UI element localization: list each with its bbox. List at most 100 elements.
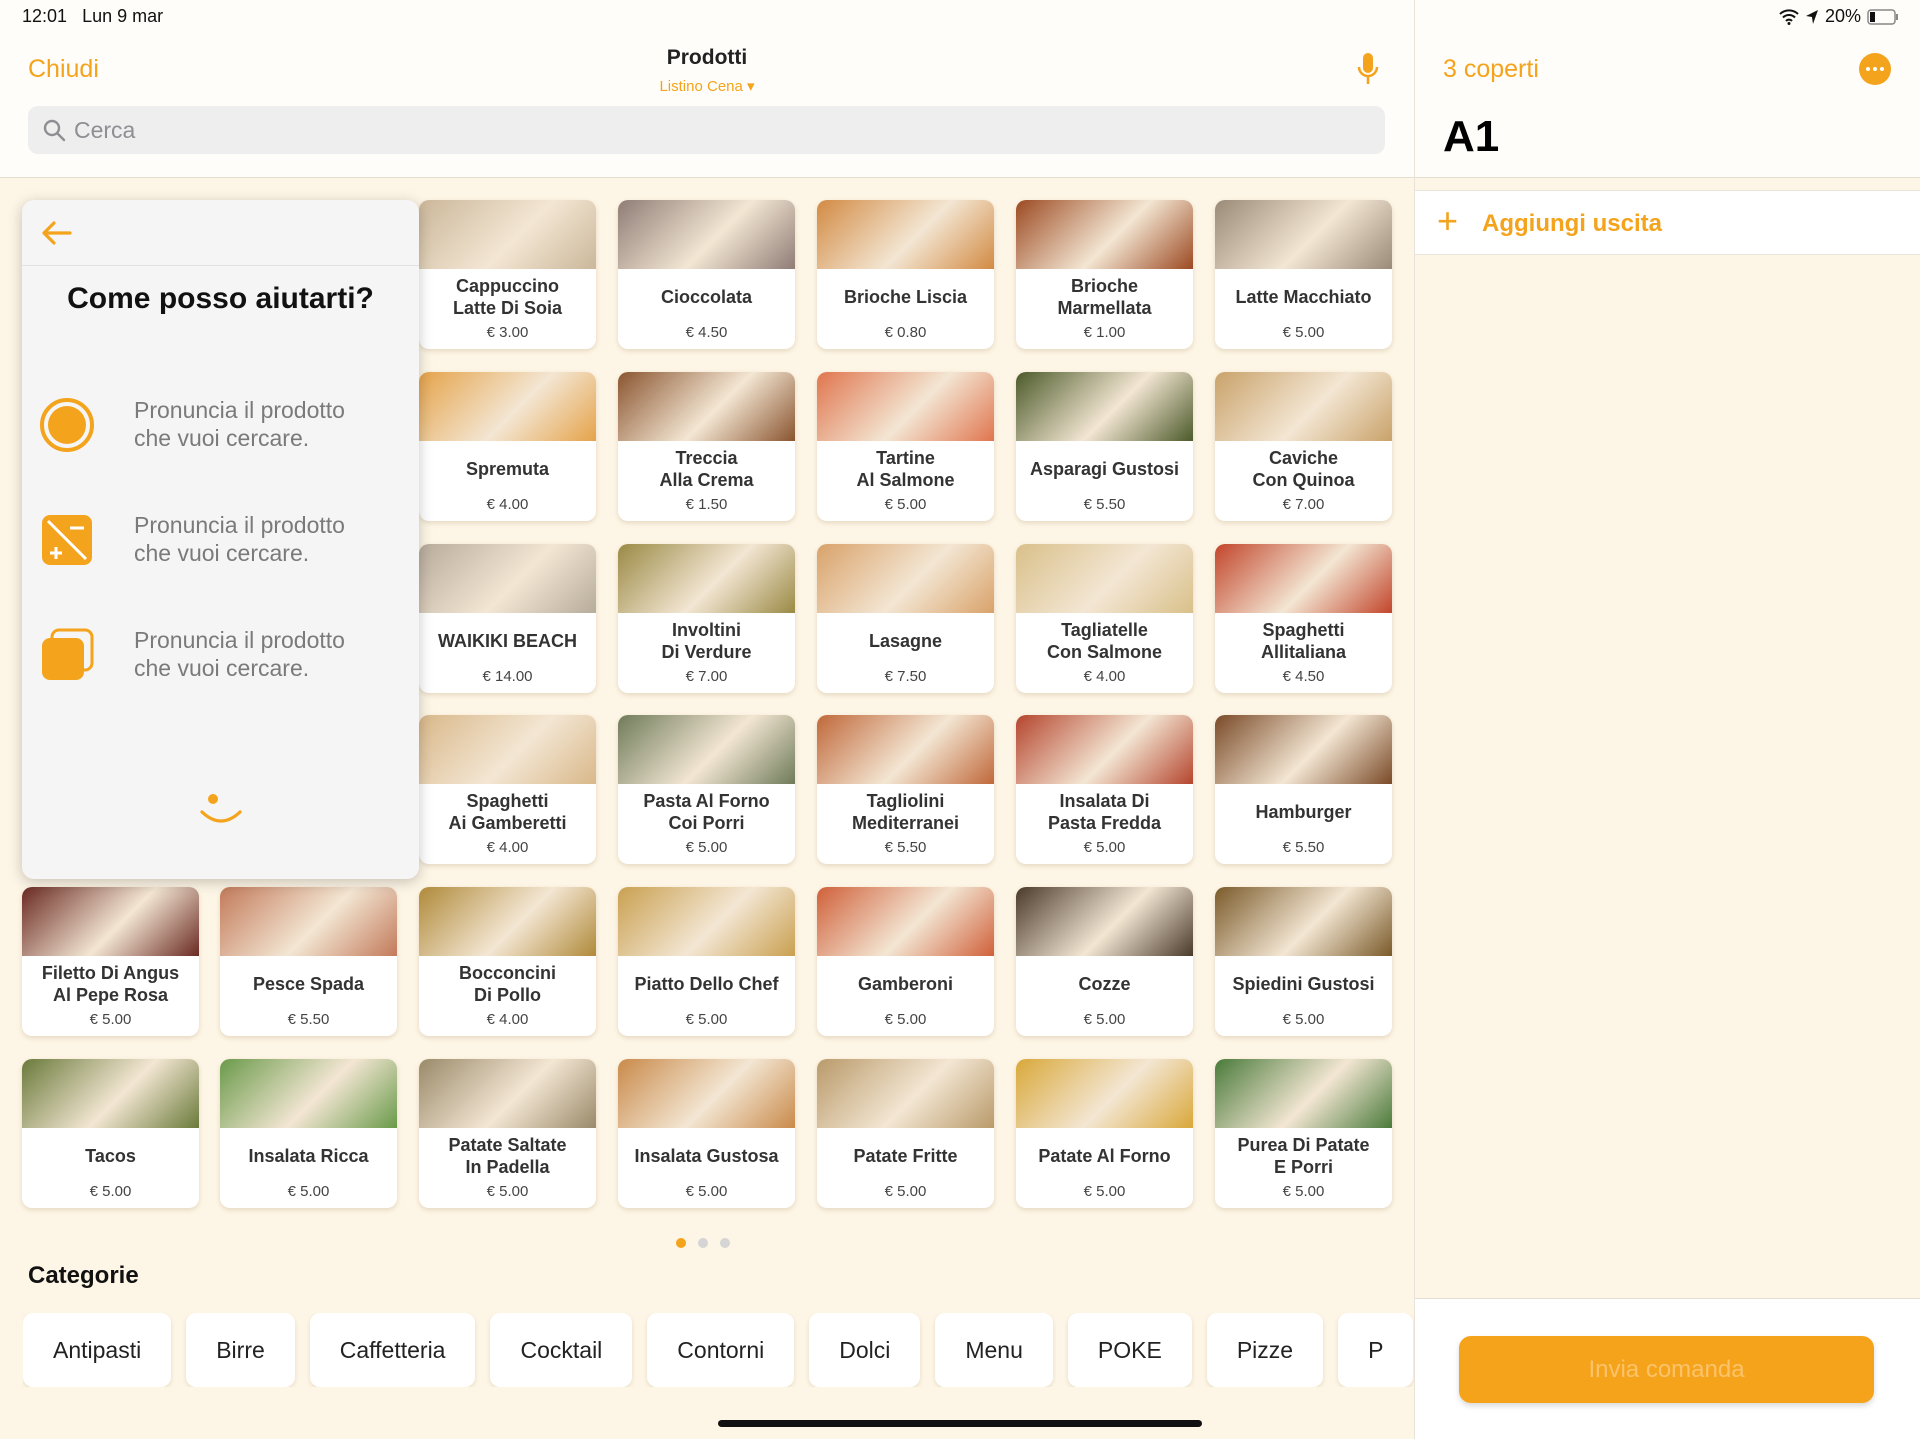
product-card[interactable]: Pasta Al Forno Coi Porri € 5.00 <box>618 715 795 864</box>
product-name: Piatto Dello Chef <box>634 974 779 994</box>
product-price: € 4.00 <box>486 839 529 856</box>
product-image <box>419 372 596 441</box>
back-arrow-icon[interactable] <box>40 220 74 246</box>
product-card[interactable]: Spremuta € 4.00 <box>419 372 596 521</box>
plus-icon: + <box>1437 200 1459 241</box>
categories-bar[interactable]: Antipasti Birre Caffetteria Cocktail Contorn… <box>23 1313 1414 1387</box>
product-card[interactable]: Latte Macchiato € 5.00 <box>1215 200 1392 349</box>
product-card[interactable]: Patate Saltate In Padella € 5.00 <box>419 1059 596 1208</box>
product-card[interactable]: Gamberoni € 5.00 <box>817 887 994 1036</box>
record-circle-icon <box>40 398 94 452</box>
product-name: Latte Macchiato <box>1235 287 1372 307</box>
product-card[interactable]: Lasagne € 7.50 <box>817 544 994 693</box>
order-footer: Invia comanda <box>1415 1298 1920 1439</box>
product-card[interactable]: Hamburger € 5.50 <box>1215 715 1392 864</box>
voice-tip: Pronuncia il prodotto che vuoi cercare. <box>22 390 419 460</box>
product-card[interactable]: Filetto Di Angus Al Pepe Rosa € 5.00 <box>22 887 199 1036</box>
product-name: Patate Fritte <box>853 1146 958 1166</box>
product-price: € 7.50 <box>884 668 927 685</box>
product-card[interactable]: Spaghetti Allitaliana € 4.50 <box>1215 544 1392 693</box>
product-price: € 5.00 <box>1282 324 1325 341</box>
product-name: Caviche Con Quinoa <box>1252 448 1355 490</box>
voice-assistant-title: Come posso aiutarti? <box>67 282 374 315</box>
product-image <box>618 544 795 613</box>
price-list-selector[interactable]: Listino Cena ▾ <box>0 77 1414 95</box>
product-card[interactable]: Bocconcini Di Pollo € 4.00 <box>419 887 596 1036</box>
search-input[interactable] <box>74 116 1274 144</box>
product-card[interactable]: Cappuccino Latte Di Soia € 3.00 <box>419 200 596 349</box>
page-indicator[interactable] <box>676 1238 730 1248</box>
product-price: € 4.00 <box>1083 668 1126 685</box>
page-dot[interactable] <box>720 1238 730 1248</box>
search-bar[interactable] <box>28 106 1385 154</box>
product-image <box>1215 544 1392 613</box>
category-chip[interactable]: Pizze <box>1206 1313 1324 1387</box>
category-chip[interactable]: POKE <box>1067 1313 1192 1387</box>
product-card[interactable]: Cioccolata € 4.50 <box>618 200 795 349</box>
product-card[interactable]: Tartine Al Salmone € 5.00 <box>817 372 994 521</box>
time: 12:01 <box>22 6 68 26</box>
voice-tip-text: Pronuncia il prodotto che vuoi cercare. <box>134 397 345 451</box>
product-card[interactable]: Tacos € 5.00 <box>22 1059 199 1208</box>
product-card[interactable]: Insalata Ricca € 5.00 <box>220 1059 397 1208</box>
product-image <box>817 200 994 269</box>
product-image <box>419 1059 596 1128</box>
product-card[interactable]: Brioche Marmellata € 1.00 <box>1016 200 1193 349</box>
table-name: A1 <box>1443 112 1500 161</box>
battery-icon <box>1867 8 1898 25</box>
product-card[interactable]: Insalata Di Pasta Fredda € 5.00 <box>1016 715 1193 864</box>
product-card[interactable]: Pesce Spada € 5.50 <box>220 887 397 1036</box>
category-chip[interactable]: Dolci <box>809 1313 921 1387</box>
product-card[interactable]: Tagliatelle Con Salmone € 4.00 <box>1016 544 1193 693</box>
product-card[interactable]: Caviche Con Quinoa € 7.00 <box>1215 372 1392 521</box>
date: Lun 9 mar <box>82 6 164 26</box>
product-card[interactable]: Involtini Di Verdure € 7.00 <box>618 544 795 693</box>
products-pane: 12:01 Lun 9 mar Chiudi Prodotti Listino … <box>0 0 1414 1439</box>
product-price: € 5.00 <box>486 1183 529 1200</box>
product-card[interactable]: Spaghetti Ai Gamberetti € 4.00 <box>419 715 596 864</box>
send-order-button[interactable]: Invia comanda <box>1459 1336 1874 1403</box>
product-card[interactable]: Patate Fritte € 5.00 <box>817 1059 994 1208</box>
product-card[interactable]: Patate Al Forno € 5.00 <box>1016 1059 1193 1208</box>
home-indicator[interactable] <box>718 1420 1202 1427</box>
category-chip[interactable]: Birre <box>186 1313 295 1387</box>
microphone-icon[interactable] <box>1356 52 1380 86</box>
add-course-label: Aggiungi uscita <box>1482 210 1662 237</box>
product-name: Cozze <box>1078 974 1131 994</box>
product-card[interactable]: Asparagi Gustosi € 5.50 <box>1016 372 1193 521</box>
product-name: Patate Al Forno <box>1038 1146 1171 1166</box>
product-name: Involtini Di Verdure <box>661 620 752 662</box>
plus-minus-square-icon <box>42 515 92 565</box>
category-chip[interactable]: Caffetteria <box>309 1313 476 1387</box>
add-course-button[interactable]: + Aggiungi uscita <box>1415 190 1920 255</box>
battery-level: 20% <box>1824 6 1861 26</box>
product-image <box>22 1059 199 1128</box>
product-card[interactable]: Treccia Alla Crema € 1.50 <box>618 372 795 521</box>
page-dot[interactable] <box>698 1238 708 1248</box>
category-chip[interactable]: Menu <box>935 1313 1053 1387</box>
product-card[interactable]: Tagliolini Mediterranei € 5.50 <box>817 715 994 864</box>
product-card[interactable]: Spiedini Gustosi € 5.00 <box>1215 887 1392 1036</box>
page-dot[interactable] <box>676 1238 686 1248</box>
product-card[interactable]: Cozze € 5.00 <box>1016 887 1193 1036</box>
product-card[interactable]: Insalata Gustosa € 5.00 <box>618 1059 795 1208</box>
product-price: € 5.00 <box>884 496 927 513</box>
product-price: € 5.00 <box>1083 1011 1126 1028</box>
product-card[interactable]: Piatto Dello Chef € 5.00 <box>618 887 795 1036</box>
product-price: € 5.50 <box>1282 839 1325 856</box>
covers-button[interactable]: 3 coperti <box>1443 55 1539 84</box>
category-chip[interactable]: Contorni <box>647 1313 795 1387</box>
order-header: 20% 3 coperti A1 <box>1415 0 1920 178</box>
product-card[interactable]: Brioche Liscia € 0.80 <box>817 200 994 349</box>
product-card[interactable]: WAIKIKI BEACH € 14.00 <box>419 544 596 693</box>
category-chip[interactable]: Cocktail <box>490 1313 633 1387</box>
product-image <box>618 1059 795 1128</box>
search-icon <box>43 119 66 142</box>
category-chip[interactable]: Antipasti <box>23 1313 172 1387</box>
category-chip[interactable]: P <box>1338 1313 1414 1387</box>
product-price: € 5.00 <box>1282 1011 1325 1028</box>
product-image <box>1016 544 1193 613</box>
more-options-icon[interactable] <box>1859 53 1891 85</box>
product-card[interactable]: Purea Di Patate E Porri € 5.00 <box>1215 1059 1392 1208</box>
product-price: € 5.50 <box>287 1011 330 1028</box>
